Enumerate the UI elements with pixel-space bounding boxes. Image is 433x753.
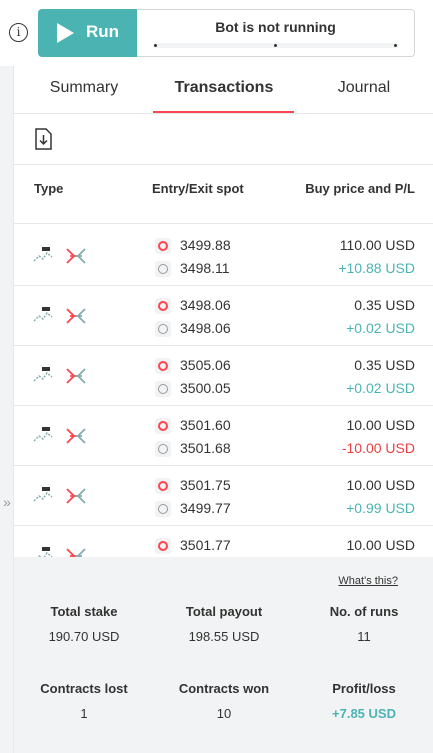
run-button[interactable]: Run bbox=[38, 9, 137, 57]
profit-loss: +0.02 USD bbox=[346, 320, 415, 336]
column-header-entry-exit: Entry/Exit spot bbox=[152, 181, 244, 196]
profit-loss: -10.00 USD bbox=[341, 440, 415, 456]
chevrons-right-icon[interactable]: » bbox=[0, 494, 14, 510]
stat-value: 11 bbox=[357, 629, 371, 644]
transactions-toolbar bbox=[14, 115, 433, 165]
exit-spot-icon bbox=[155, 501, 171, 517]
stat-label: Contracts won bbox=[178, 681, 270, 696]
bot-status-panel: Bot is not running bbox=[137, 9, 415, 57]
transaction-row[interactable]: 3501.77 10.00 USD bbox=[14, 526, 433, 557]
transactions-table-header: Type Entry/Exit spot Buy price and P/L bbox=[14, 166, 433, 224]
stat-value: 190.70 USD bbox=[48, 629, 120, 644]
exit-spot-icon bbox=[155, 441, 171, 457]
stat-contracts-lost: Contracts lost 1 bbox=[14, 681, 154, 721]
transaction-row[interactable]: 3501.60 3501.68 10.00 USD -10.00 USD bbox=[14, 406, 433, 466]
buy-price: 10.00 USD bbox=[346, 417, 415, 433]
stat-label: Total stake bbox=[50, 604, 118, 619]
contract-type-icon bbox=[66, 428, 86, 444]
transaction-row[interactable]: 3501.75 3499.77 10.00 USD +0.99 USD bbox=[14, 466, 433, 526]
stat-label: Contracts lost bbox=[40, 681, 128, 696]
stat-label: Total payout bbox=[185, 604, 263, 619]
exit-spot-icon bbox=[155, 381, 171, 397]
bot-status-text: Bot is not running bbox=[215, 19, 336, 35]
buy-price: 110.00 USD bbox=[339, 237, 415, 253]
exit-spot-icon bbox=[155, 261, 171, 277]
tab-summary[interactable]: Summary bbox=[14, 79, 154, 97]
buy-price: 10.00 USD bbox=[346, 537, 415, 553]
trade-chart-icon bbox=[33, 487, 53, 502]
play-icon bbox=[57, 23, 74, 43]
whats-this-link[interactable]: What's this? bbox=[338, 575, 398, 587]
contract-type-icon bbox=[66, 368, 86, 384]
transactions-list: 3499.88 3498.11 110.00 USD +10.88 USD 34… bbox=[14, 226, 433, 557]
tab-transactions[interactable]: Transactions bbox=[154, 79, 294, 97]
stat-label: Profit/loss bbox=[332, 681, 396, 696]
entry-spot-icon bbox=[155, 358, 171, 374]
transaction-row[interactable]: 3499.88 3498.11 110.00 USD +10.88 USD bbox=[14, 226, 433, 286]
entry-spot-icon bbox=[155, 478, 171, 494]
stat-label: No. of runs bbox=[329, 604, 399, 619]
progress-step-dot bbox=[394, 44, 397, 47]
info-icon[interactable]: i bbox=[9, 23, 28, 42]
active-tab-indicator bbox=[153, 111, 294, 113]
stat-profit-loss: Profit/loss +7.85 USD bbox=[294, 681, 433, 721]
transaction-row[interactable]: 3498.06 3498.06 0.35 USD +0.02 USD bbox=[14, 286, 433, 346]
download-icon[interactable] bbox=[34, 128, 52, 150]
entry-spot-icon bbox=[155, 298, 171, 314]
buy-price: 10.00 USD bbox=[346, 477, 415, 493]
stat-value: +7.85 USD bbox=[332, 706, 396, 721]
stat-value: 10 bbox=[216, 706, 232, 721]
stat-contracts-won: Contracts won 10 bbox=[154, 681, 294, 721]
entry-spot-icon bbox=[155, 238, 171, 254]
profit-loss: +0.02 USD bbox=[346, 380, 415, 396]
exit-spot-icon bbox=[155, 321, 171, 337]
progress-step-dot bbox=[154, 44, 157, 47]
run-panel: Summary Transactions Journal Type Entry/… bbox=[14, 66, 433, 753]
contract-type-icon bbox=[66, 548, 86, 557]
tab-bar: Summary Transactions Journal bbox=[14, 66, 433, 114]
trade-chart-icon bbox=[33, 247, 53, 262]
bot-toolbar: i Run Bot is not running bbox=[0, 0, 433, 66]
column-header-buy-pl: Buy price and P/L bbox=[305, 181, 415, 196]
trade-chart-icon bbox=[33, 427, 53, 442]
trade-chart-icon bbox=[36, 547, 53, 557]
transaction-row[interactable]: 3505.06 3500.05 0.35 USD +0.02 USD bbox=[14, 346, 433, 406]
tab-journal[interactable]: Journal bbox=[294, 79, 433, 97]
column-header-type: Type bbox=[34, 181, 64, 196]
progress-step-dot bbox=[274, 44, 277, 47]
profit-loss: +10.88 USD bbox=[338, 260, 415, 276]
entry-spot-icon bbox=[155, 418, 171, 434]
stat-total-stake: Total stake 190.70 USD bbox=[14, 604, 154, 644]
stat-value: 1 bbox=[80, 706, 88, 721]
contract-type-icon bbox=[66, 248, 86, 264]
drawer-gutter: » bbox=[0, 66, 14, 753]
trade-chart-icon bbox=[33, 367, 53, 382]
contract-type-icon bbox=[66, 308, 86, 324]
contract-type-icon bbox=[66, 488, 86, 504]
trade-chart-icon bbox=[33, 307, 53, 322]
entry-spot-icon bbox=[155, 538, 171, 554]
stat-total-payout: Total payout 198.55 USD bbox=[154, 604, 294, 644]
run-button-label: Run bbox=[86, 22, 120, 41]
buy-price: 0.35 USD bbox=[354, 297, 415, 313]
stat-value: 198.55 USD bbox=[188, 629, 260, 644]
bot-status-progress bbox=[153, 43, 399, 48]
stat-runs: No. of runs 11 bbox=[294, 604, 433, 644]
run-summary: What's this? Total stake 190.70 USD Tota… bbox=[14, 557, 433, 753]
profit-loss: +0.99 USD bbox=[346, 500, 415, 516]
buy-price: 0.35 USD bbox=[354, 357, 415, 373]
